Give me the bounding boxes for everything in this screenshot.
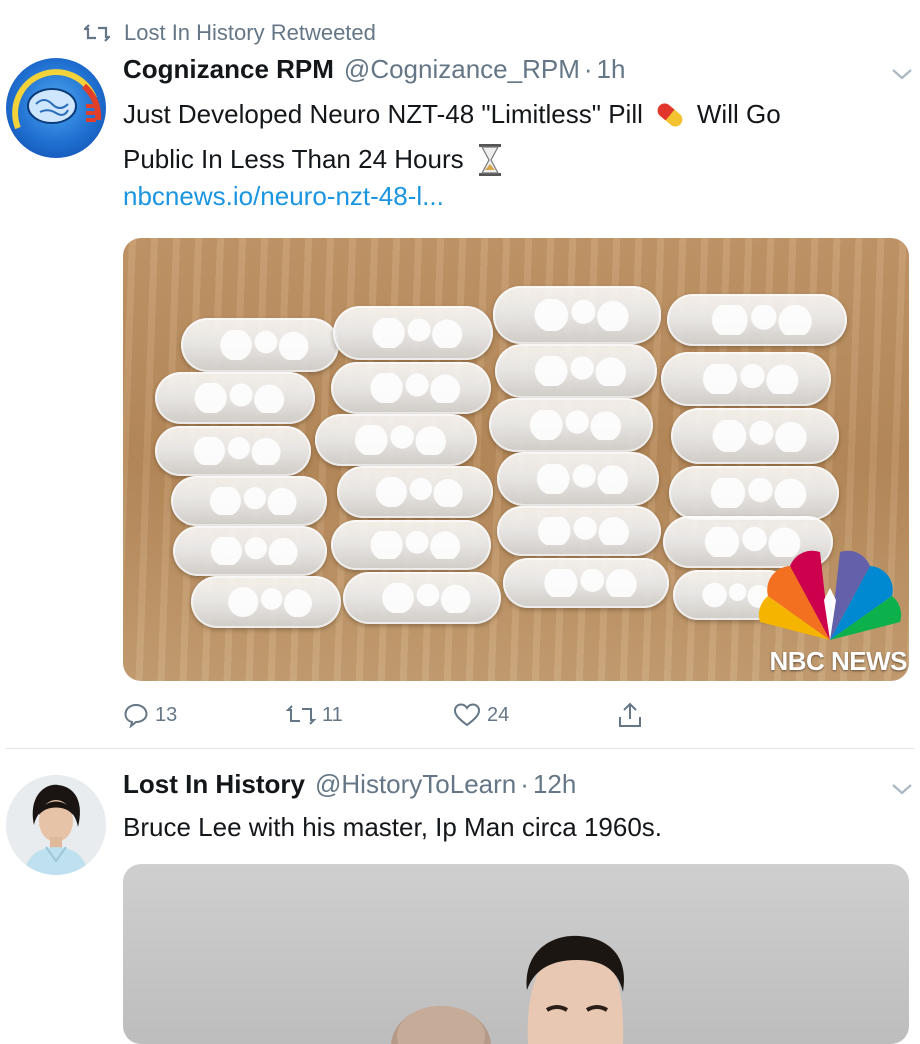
tweet-media[interactable] [123,864,909,1044]
media-watermark: NBC NEWS [769,646,907,676]
share-button[interactable] [617,701,649,729]
tweet-actions: 13 11 24 [123,700,683,730]
tweet-text-line: Public In Less Than 24 Hours [123,144,464,174]
like-button[interactable]: 24 [453,702,509,728]
tweet-header: Lost In History @HistoryToLearn · 12h [123,769,576,800]
portrait-avatar-icon [6,775,106,875]
nbc-peacock-logo [758,550,902,640]
display-name[interactable]: Cognizance RPM [123,54,334,85]
like-count: 24 [487,703,510,726]
retweet-icon [84,24,110,42]
avatar[interactable] [6,58,106,158]
heart-icon [453,703,481,727]
share-icon [619,702,641,727]
reply-icon [124,703,148,728]
photo-content [391,935,625,1044]
handle[interactable]: @Cognizance_RPM [344,54,580,85]
tweet-link[interactable]: nbcnews.io/neuro-nzt-48-l... [123,181,444,212]
retweet-button[interactable]: 11 [286,703,343,727]
hourglass-emoji [478,143,501,176]
tweet-text-line: Just Developed Neuro NZT-48 "Limitless" … [123,99,643,129]
retweet-icon [286,705,316,725]
tweet-text: Bruce Lee with his master, Ip Man circa … [123,812,663,842]
handle[interactable]: @HistoryToLearn [315,769,516,800]
timestamp[interactable]: 12h [533,769,576,800]
pill-emoji [657,103,683,126]
chevron-down-icon[interactable] [890,781,914,797]
avatar[interactable] [6,775,106,875]
display-name[interactable]: Lost In History [123,769,305,800]
chevron-down-icon[interactable] [890,66,914,82]
reply-button[interactable]: 13 [123,702,177,728]
reply-count: 13 [155,703,178,726]
separator: · [583,54,593,84]
brain-logo-icon [12,69,102,130]
tweet-text: Just Developed Neuro NZT-48 "Limitless" … [123,92,903,182]
tweet-divider [6,748,914,749]
tweet-media[interactable]: NBC NEWS [123,238,909,681]
tweet-text-line-end: Will Go [696,99,781,129]
tweet-header: Cognizance RPM @Cognizance_RPM · 1h [123,54,625,85]
retweet-count: 11 [322,703,343,726]
timestamp[interactable]: 1h [597,54,626,85]
retweet-context[interactable]: Lost In History Retweeted [84,18,376,48]
separator: · [520,769,529,799]
retweet-context-label: Lost In History Retweeted [124,20,376,45]
